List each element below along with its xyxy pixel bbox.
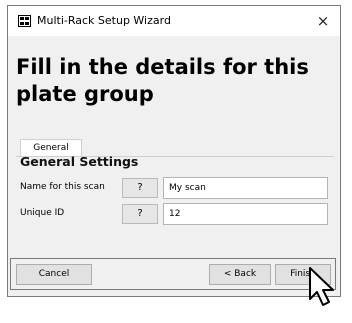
title-bar: Multi-Rack Setup Wizard × [8, 6, 340, 36]
close-button[interactable]: × [310, 9, 336, 33]
section-title: General Settings [20, 154, 139, 169]
wizard-window: Multi-Rack Setup Wizard × Fill in the de… [7, 5, 341, 297]
unique-id-help-button[interactable]: ? [122, 204, 158, 224]
name-help-button[interactable]: ? [122, 178, 158, 198]
unique-id-label: Unique ID [20, 208, 65, 218]
button-bar: Cancel < Back Finish [10, 258, 336, 290]
back-button[interactable]: < Back [209, 264, 271, 285]
mouse-pointer-icon [309, 267, 334, 306]
wizard-content: Fill in the details for this plate group… [8, 36, 340, 296]
cancel-button[interactable]: Cancel [16, 264, 92, 285]
name-input[interactable] [163, 177, 328, 199]
close-icon: × [316, 12, 330, 30]
window-title: Multi-Rack Setup Wizard [37, 14, 171, 27]
name-label: Name for this scan [20, 182, 105, 192]
unique-id-input[interactable] [163, 203, 328, 225]
page-heading: Fill in the details for this plate group [16, 55, 309, 106]
multi-rack-app-icon [18, 15, 31, 27]
